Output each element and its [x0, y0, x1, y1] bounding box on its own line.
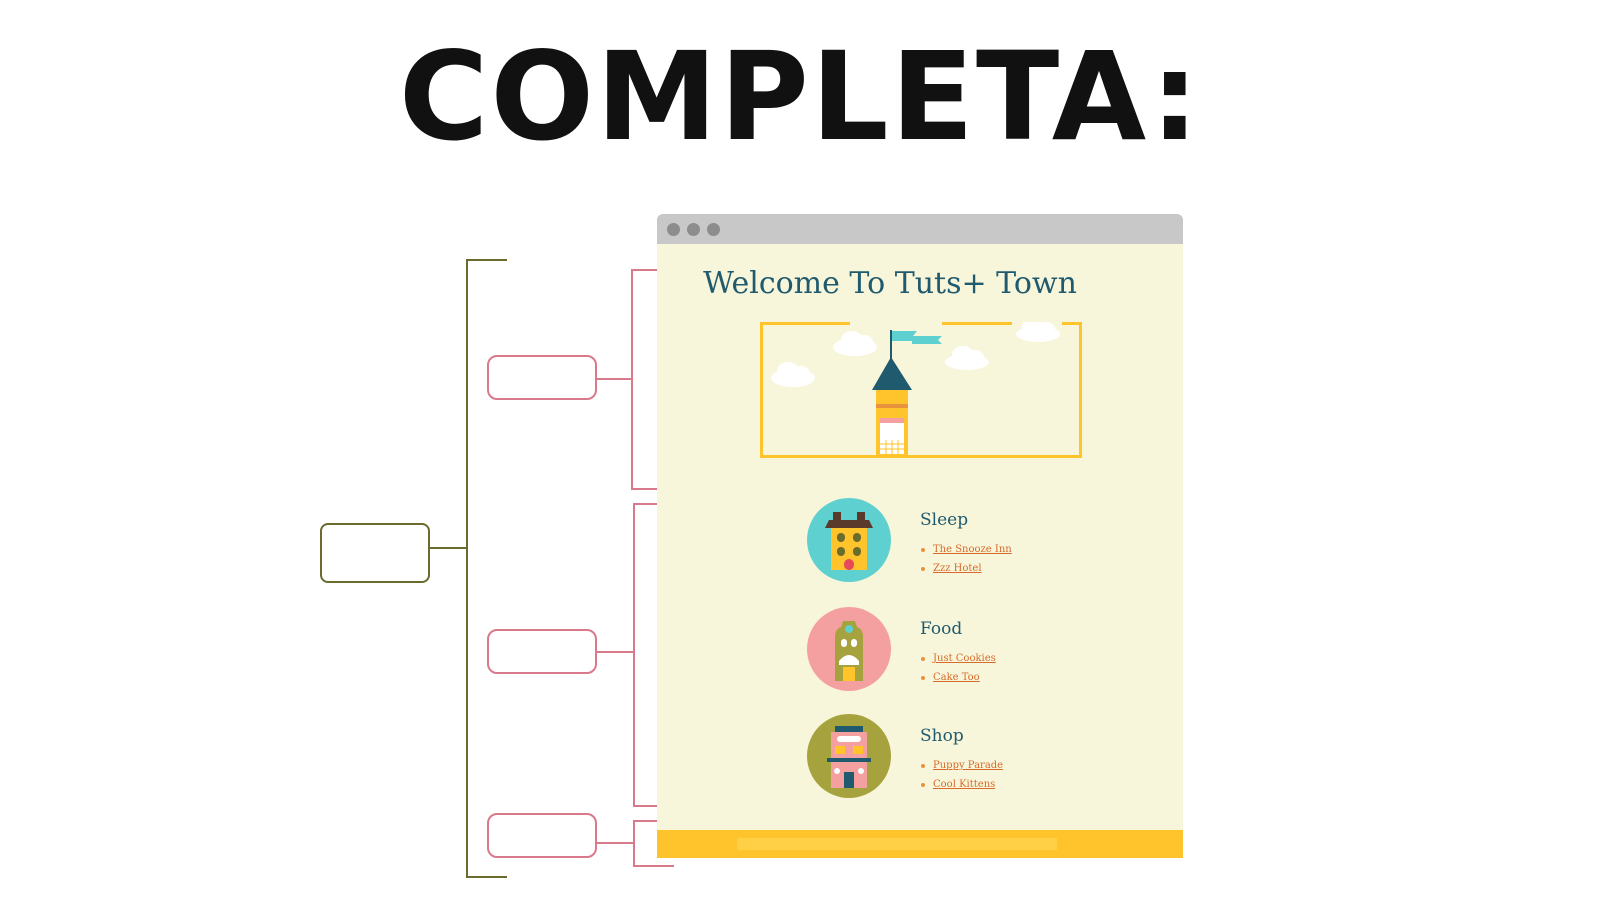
- section-sleep: Sleep The Snooze Inn Zzz Hotel: [807, 498, 1137, 588]
- browser-title-bar: [657, 214, 1183, 244]
- link-cake-too[interactable]: Cake Too: [933, 672, 980, 683]
- hero-tower-illustration: [760, 322, 1082, 458]
- link-zzz-hotel[interactable]: Zzz Hotel: [933, 563, 982, 574]
- link-just-cookies[interactable]: Just Cookies: [933, 653, 996, 664]
- section-food: Food Just Cookies Cake Too: [807, 607, 1137, 697]
- main-bracket: [466, 259, 507, 878]
- page-footer: [657, 830, 1183, 858]
- link-list: Puppy Parade Cool Kittens: [920, 756, 1003, 794]
- link-list: The Snooze Inn Zzz Hotel: [920, 540, 1012, 578]
- header-answer-box[interactable]: [487, 355, 597, 400]
- link-puppy-parade[interactable]: Puppy Parade: [933, 760, 1003, 771]
- section-heading: Food: [920, 619, 963, 639]
- link-cool-kittens[interactable]: Cool Kittens: [933, 779, 995, 790]
- section-heading: Shop: [920, 726, 964, 746]
- section-shop: Shop Puppy Parade Cool Kittens: [807, 714, 1137, 804]
- list-item: Puppy Parade: [920, 756, 1003, 775]
- window-dot-icon: [707, 223, 720, 236]
- page-title: Welcome To Tuts+ Town: [703, 266, 1077, 301]
- main-answer-box[interactable]: [320, 523, 430, 583]
- footer-bar: [737, 838, 1057, 850]
- window-dot-icon: [667, 223, 680, 236]
- link-the-snooze-inn[interactable]: The Snooze Inn: [933, 544, 1012, 555]
- footer-answer-box[interactable]: [487, 813, 597, 858]
- browser-window: Welcome To Tuts+ Town Sleep The Snooze I…: [657, 214, 1183, 858]
- pink-store-icon: [807, 714, 891, 798]
- content-answer-box[interactable]: [487, 629, 597, 674]
- section-heading: Sleep: [920, 510, 969, 530]
- window-dot-icon: [687, 223, 700, 236]
- list-item: Cool Kittens: [920, 775, 1003, 794]
- link-list: Just Cookies Cake Too: [920, 649, 996, 687]
- list-item: Zzz Hotel: [920, 559, 1012, 578]
- yellow-house-icon: [807, 498, 891, 582]
- cake-shop-icon: [807, 607, 891, 691]
- list-item: Cake Too: [920, 668, 996, 687]
- list-item: Just Cookies: [920, 649, 996, 668]
- list-item: The Snooze Inn: [920, 540, 1012, 559]
